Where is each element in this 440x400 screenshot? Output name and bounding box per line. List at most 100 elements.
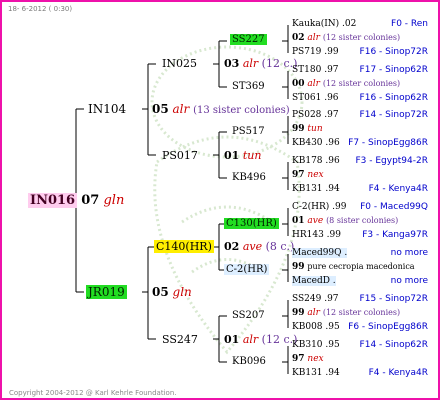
gen4-drone-id: Kauka(IN) .02 [292, 19, 357, 29]
gen3-node-st369[interactable]: ST369 [232, 82, 265, 92]
gen4-drone-location: F14 - Sinop62R [359, 340, 428, 350]
gen4-drone-location: F14 - Sinop72R [359, 110, 428, 120]
gen4-drone-location: no more [390, 248, 428, 258]
gen4-drone-row[interactable]: Kauka(IN) .02 [292, 20, 356, 29]
gen4-mother-row[interactable]: KB430 .96 [292, 139, 340, 148]
root-node[interactable]: IN016 07 gln [28, 193, 125, 208]
gen4-mother-location: no more [390, 276, 428, 286]
gen4-drone-id: C-2(HR) .99 [292, 202, 347, 212]
gen2-node-ps017[interactable]: PS017 [162, 150, 198, 161]
gen4-mother-row[interactable]: PS719 .99 [292, 48, 339, 57]
gen3-node-ss207[interactable]: SS207 [232, 311, 265, 321]
gen4-drone-row[interactable]: ST180 .97 [292, 66, 339, 75]
gen3-node-ss227[interactable]: SS227 [230, 34, 267, 45]
gen4-mate-info: 02 alr (12 sister colonies) [292, 34, 400, 43]
gen3-node-kb496[interactable]: KB496 [232, 173, 266, 183]
gen2-node-ss247[interactable]: SS247 [162, 334, 198, 345]
gen4-mother-location: F3 - Kanga97R [362, 230, 428, 240]
gen4-generation: 97 [292, 354, 305, 364]
gen4-drone-location: F0 - Ren [391, 19, 428, 29]
gen1-id: IN104 [88, 102, 127, 116]
gen3-node-c130[interactable]: C130(HR) [224, 218, 279, 229]
gen4-race: alr [307, 33, 320, 43]
gen4-drone-id: SS249 .97 [292, 294, 339, 304]
gen4-drone-id: KB178 .96 [292, 156, 340, 166]
gen4-sisters: (8 sister colonies) [326, 216, 399, 225]
gen3-node-c2[interactable]: C-2(HR) [224, 264, 270, 275]
gen4-mother-location: F16 - Sinop62R [359, 93, 428, 103]
gen4-generation: 97 [292, 170, 305, 180]
gen1-id: JR019 [86, 285, 127, 299]
gen4-drone-id: PS028 .97 [292, 110, 339, 120]
gen4-mother-row[interactable]: HR143 .99 [292, 231, 341, 240]
gen3-node-ps517[interactable]: PS517 [232, 127, 265, 137]
gen2-info-ps017: 01 tun [224, 149, 262, 162]
gen4-mother-row[interactable]: MacedD . [292, 276, 336, 286]
gen4-mother-location: F6 - SinopEgg86R [348, 322, 428, 332]
pedigree-frame: 18- 6-2012 ( 0:30) IN016 07 gln IN104 05… [0, 0, 440, 400]
gen1-info-in104: 05 alr (13 sister colonies) [152, 102, 290, 116]
gen2-info-ss247: 01 alr (12 c.) [224, 333, 298, 346]
gen4-race: pure cecropia macedonica [307, 262, 415, 271]
gen4-mate-info: 01 ave (8 sister colonies) [292, 217, 398, 226]
gen4-drone-row[interactable]: PS028 .97 [292, 111, 339, 120]
gen4-race: alr [307, 79, 320, 89]
gen4-mate-info: 99 alr (12 sister colonies) [292, 309, 400, 318]
gen4-mother-id: PS719 .99 [292, 47, 339, 57]
gen4-mate-info: 00 alr (12 sister colonies) [292, 80, 400, 89]
gen4-generation: 02 [292, 33, 305, 43]
gen4-drone-location: F3 - Egypt94-2R [355, 156, 428, 166]
gen4-race: nex [307, 354, 324, 364]
copyright: Copyright 2004-2012 @ Karl Kehrle Founda… [9, 389, 177, 397]
gen4-sisters: (12 sister colonies) [322, 79, 401, 88]
gen4-drone-row[interactable]: SS249 .97 [292, 295, 339, 304]
gen1-info-jr019: 05 gln [152, 285, 192, 299]
gen4-mother-location: F4 - Kenya4R [368, 184, 428, 194]
gen4-generation: 99 [292, 124, 305, 134]
root-race: gln [103, 193, 125, 208]
gen4-race: alr [307, 308, 320, 318]
gen1-node-jr019[interactable]: JR019 [86, 285, 127, 299]
gen2-node-in025[interactable]: IN025 [162, 58, 197, 69]
gen4-mother-id: KB131 .94 [292, 184, 340, 194]
gen4-mother-id: KB008 .95 [292, 322, 340, 332]
gen3-node-kb096[interactable]: KB096 [232, 357, 266, 367]
gen4-sisters: (12 sister colonies) [322, 33, 401, 42]
gen4-drone-id: ST180 .97 [292, 65, 339, 75]
gen4-mother-id: HR143 .99 [292, 230, 341, 240]
gen4-mate-info: 99 tun [292, 125, 323, 134]
gen2-node-c140[interactable]: C140(HR) [154, 240, 214, 253]
gen4-drone-row[interactable]: Maced99Q . [292, 248, 348, 258]
gen4-mate-info: 97 nex [292, 355, 324, 364]
gen4-drone-id: Maced99Q . [292, 248, 348, 258]
gen4-drone-location: F17 - Sinop62R [359, 65, 428, 75]
gen4-drone-row[interactable]: KB310 .95 [292, 341, 340, 350]
gen4-mother-location: F4 - Kenya4R [368, 368, 428, 378]
root-id: IN016 [28, 193, 78, 208]
gen4-mother-id: KB430 .96 [292, 138, 340, 148]
gen4-race: ave [307, 216, 324, 226]
gen4-mother-row[interactable]: KB131 .94 [292, 369, 340, 378]
gen4-mother-id: KB131 .94 [292, 368, 340, 378]
gen4-mother-id: ST061 .96 [292, 93, 339, 103]
gen4-sisters: (12 sister colonies) [322, 308, 401, 317]
gen4-generation: 99 [292, 262, 305, 272]
gen4-mother-id: MacedD . [292, 276, 336, 286]
gen4-mother-location: F16 - Sinop72R [359, 47, 428, 57]
gen4-generation: 00 [292, 79, 305, 89]
gen4-mother-row[interactable]: KB131 .94 [292, 185, 340, 194]
gen2-info-c140: 02 ave (8 c.) [224, 240, 295, 253]
gen4-drone-id: KB310 .95 [292, 340, 340, 350]
gen1-node-in104[interactable]: IN104 [88, 103, 126, 115]
gen4-drone-row[interactable]: KB178 .96 [292, 157, 340, 166]
gen4-race: nex [307, 170, 324, 180]
root-gen: 07 [81, 193, 100, 208]
gen4-drone-row[interactable]: C-2(HR) .99 [292, 203, 346, 212]
gen2-info-in025: 03 alr (12 c.) [224, 57, 298, 70]
gen4-mother-row[interactable]: ST061 .96 [292, 94, 339, 103]
gen4-mate-info: 99 pure cecropia macedonica [292, 263, 415, 272]
gen4-race: tun [307, 124, 323, 134]
gen4-drone-location: F15 - Sinop72R [359, 294, 428, 304]
gen4-mother-row[interactable]: KB008 .95 [292, 323, 340, 332]
gen4-mate-info: 97 nex [292, 171, 324, 180]
